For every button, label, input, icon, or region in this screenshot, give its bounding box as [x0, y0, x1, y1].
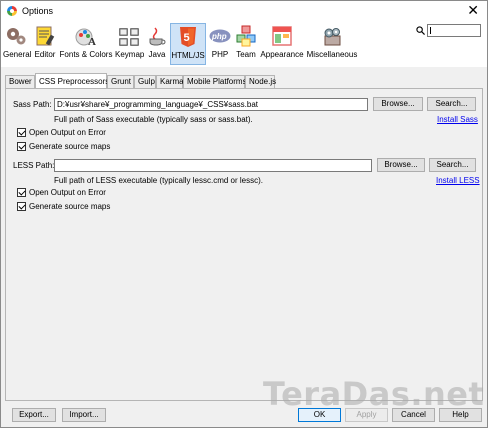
- tab-css-preprocessors[interactable]: CSS Preprocessors: [35, 73, 109, 89]
- svg-text:php: php: [211, 32, 227, 41]
- keyboard-icon: [119, 28, 139, 46]
- category-label: Fonts & Colors: [59, 50, 113, 59]
- category-html-js[interactable]: 5 HTML/JS: [170, 23, 206, 65]
- sass-open-output-label: Open Output on Error: [29, 128, 106, 137]
- less-path-input[interactable]: [54, 159, 372, 172]
- sass-source-maps-checkbox[interactable]: [17, 142, 26, 151]
- install-less-link[interactable]: Install LESS: [436, 176, 480, 185]
- install-sass-link[interactable]: Install Sass: [437, 115, 478, 124]
- category-label: HTML/JS: [171, 51, 205, 60]
- options-window: Options ✕ General Editor A Fonts & Color…: [0, 0, 488, 428]
- netbeans-app-icon: [7, 6, 17, 16]
- less-source-maps-label: Generate source maps: [29, 202, 111, 211]
- less-path-hint: Full path of LESS executable (typically …: [54, 176, 263, 185]
- appearance-icon: [272, 26, 292, 46]
- category-label: Miscellaneous: [306, 50, 358, 59]
- less-search-button[interactable]: Search...: [429, 158, 476, 172]
- category-php[interactable]: php PHP: [208, 23, 232, 65]
- sass-path-hint: Full path of Sass executable (typically …: [54, 115, 253, 124]
- fonts-colors-icon: A: [75, 28, 96, 47]
- window-title: Options: [22, 6, 54, 16]
- close-icon[interactable]: ✕: [467, 3, 479, 17]
- php-icon: php: [209, 29, 231, 43]
- search-icon: [416, 26, 425, 35]
- html5-icon: 5: [180, 27, 196, 47]
- tab-grunt[interactable]: Grunt: [107, 75, 134, 88]
- category-java[interactable]: Java: [145, 23, 169, 65]
- import-button[interactable]: Import...: [62, 408, 106, 422]
- category-toolbar: General Editor A Fonts & Colors Keymap J…: [1, 21, 487, 67]
- help-button[interactable]: Help: [439, 408, 482, 422]
- sass-browse-button[interactable]: Browse...: [373, 97, 423, 111]
- title-bar: Options ✕: [1, 1, 487, 21]
- sass-path-input[interactable]: D:¥usr¥share¥_programming_language¥_CSS¥…: [54, 98, 368, 111]
- tab-nodejs[interactable]: Node.js: [245, 75, 276, 88]
- less-source-maps-checkbox[interactable]: [17, 202, 26, 211]
- category-miscellaneous[interactable]: Miscellaneous: [306, 23, 358, 65]
- sass-search-button[interactable]: Search...: [427, 97, 476, 111]
- sass-source-maps-label: Generate source maps: [29, 142, 111, 151]
- css-preprocessors-panel: Sass Path: D:¥usr¥share¥_programming_lan…: [5, 88, 483, 401]
- category-label: Editor: [34, 50, 56, 59]
- ok-button[interactable]: OK: [298, 408, 341, 422]
- less-open-output-checkbox[interactable]: [17, 188, 26, 197]
- category-label: General: [3, 50, 32, 59]
- editor-icon: [36, 26, 55, 46]
- category-editor[interactable]: Editor: [33, 23, 57, 65]
- category-fonts-colors[interactable]: A Fonts & Colors: [59, 23, 113, 65]
- sass-path-label: Sass Path:: [13, 100, 52, 109]
- java-cup-icon: [149, 27, 166, 46]
- miscellaneous-icon: [324, 28, 341, 46]
- less-browse-button[interactable]: Browse...: [377, 158, 425, 172]
- category-label: Java: [148, 50, 166, 59]
- category-label: Team: [236, 50, 256, 59]
- tab-bower[interactable]: Bower: [5, 75, 35, 88]
- less-open-output-label: Open Output on Error: [29, 188, 106, 197]
- less-path-label: LESS Path:: [13, 161, 55, 170]
- sass-open-output-checkbox[interactable]: [17, 128, 26, 137]
- svg-text:5: 5: [184, 32, 190, 44]
- export-button[interactable]: Export...: [12, 408, 56, 422]
- category-label: Keymap: [115, 50, 145, 59]
- cancel-button[interactable]: Cancel: [392, 408, 435, 422]
- apply-button[interactable]: Apply: [345, 408, 388, 422]
- tab-gulp[interactable]: Gulp: [134, 75, 156, 88]
- category-team[interactable]: Team: [234, 23, 258, 65]
- gears-icon: [7, 28, 26, 45]
- category-label: Appearance: [260, 50, 304, 59]
- category-label: PHP: [211, 50, 229, 59]
- category-appearance[interactable]: Appearance: [260, 23, 304, 65]
- svg-text:A: A: [88, 36, 96, 47]
- options-search-input[interactable]: [427, 24, 481, 37]
- tab-karma[interactable]: Karma: [156, 75, 184, 88]
- category-general[interactable]: General: [3, 23, 32, 65]
- category-keymap[interactable]: Keymap: [115, 23, 145, 65]
- tab-mobile-platforms[interactable]: Mobile Platforms: [183, 75, 247, 88]
- team-icon: [236, 25, 256, 47]
